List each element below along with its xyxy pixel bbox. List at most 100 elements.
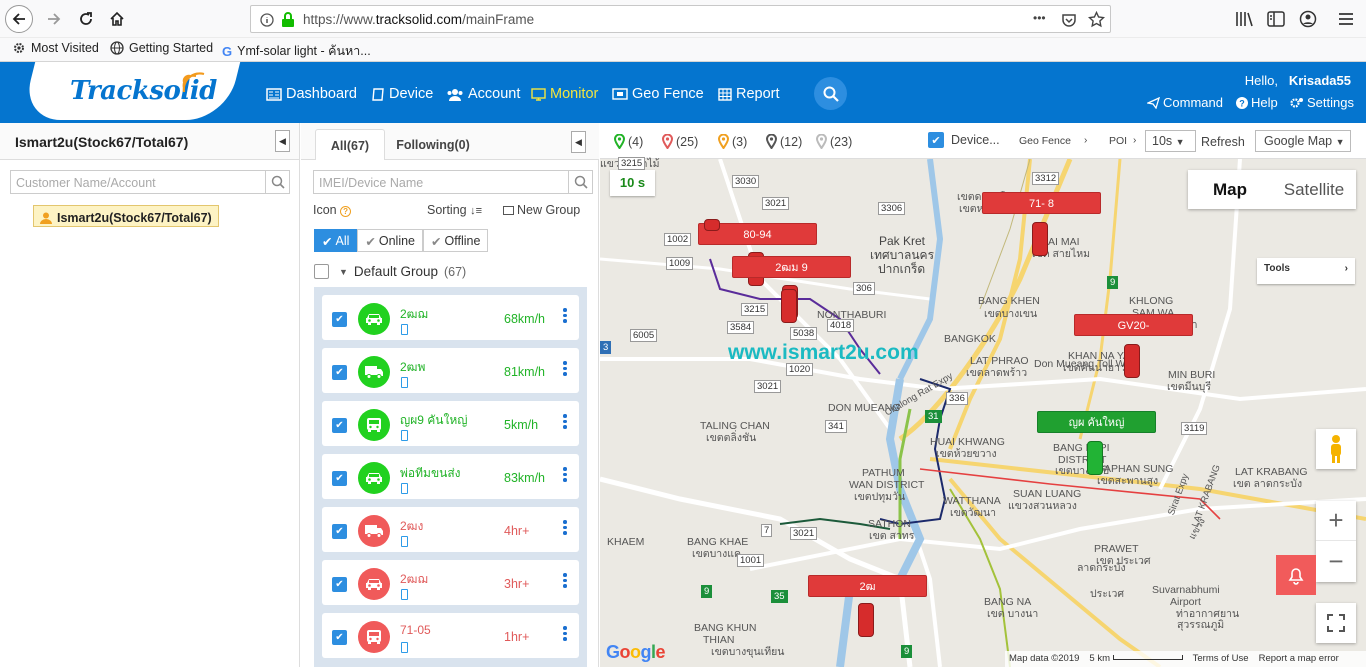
header-search-button[interactable] [814, 77, 847, 110]
vehicle-map-label[interactable]: ญผ คันใหญ่ [1037, 411, 1156, 433]
zoom-in-button[interactable]: + [1316, 501, 1356, 541]
alarm-button[interactable] [1276, 555, 1316, 595]
device-name[interactable]: พ่อทีมขนส่ง [400, 464, 461, 483]
bookmark-most-visited[interactable]: Most Visited [12, 41, 99, 55]
device-checkbox[interactable]: ✔ [332, 418, 347, 433]
map-provider-select[interactable]: Google Map ▼ [1255, 130, 1351, 152]
forward-button[interactable] [40, 5, 68, 33]
status-pin-filter[interactable]: (3) [718, 134, 747, 149]
vehicle-marker[interactable] [781, 289, 797, 323]
bookmark-getting-started[interactable]: Getting Started [110, 41, 213, 55]
map-type-map[interactable]: Map [1188, 170, 1272, 209]
device-card[interactable]: ✔ 2ฒพ 81km/h [322, 348, 579, 393]
status-pin-filter[interactable]: (4) [614, 134, 643, 149]
icon-option[interactable]: Icon ? [313, 203, 352, 217]
collapse-middle-button[interactable]: ◀ [571, 131, 586, 153]
kebab-menu-icon[interactable] [563, 308, 567, 323]
status-pin-filter[interactable]: (23) [816, 134, 852, 149]
refresh-label[interactable]: Refresh [1201, 135, 1245, 149]
device-search-button[interactable] [569, 170, 593, 194]
new-group-button[interactable]: New Group [503, 203, 580, 217]
customer-tree-node[interactable]: Ismart2u(Stock67/Total67) [33, 205, 219, 227]
group-checkbox[interactable] [314, 264, 329, 279]
device-checkbox[interactable]: ✔ [332, 577, 347, 592]
geofence-toggle[interactable]: Geo Fence [1019, 135, 1071, 147]
device-name[interactable]: 2ฒฌ [400, 570, 428, 589]
device-checkbox[interactable]: ✔ [332, 471, 347, 486]
google-logo[interactable]: Google [606, 642, 666, 663]
map-type-satellite[interactable]: Satellite [1272, 170, 1356, 209]
star-icon[interactable] [1088, 11, 1105, 28]
device-name[interactable]: 2ฒฌ [400, 305, 428, 324]
kebab-menu-icon[interactable] [563, 520, 567, 535]
interval-select[interactable]: 10s ▼ [1145, 130, 1196, 152]
user-name[interactable]: Krisada55 [1289, 73, 1351, 88]
map-canvas[interactable]: Pak Kret เทศบาลนคร ปากเกร็ด BANG KHEN เขตบาง… [600, 157, 1366, 667]
status-pin-filter[interactable]: (12) [766, 134, 802, 149]
vehicle-map-label[interactable]: 71- 8 [982, 192, 1101, 214]
vehicle-marker[interactable] [704, 219, 720, 231]
page-actions-icon[interactable]: ••• [1033, 11, 1046, 25]
account-icon[interactable] [1299, 10, 1317, 28]
kebab-menu-icon[interactable] [563, 626, 567, 641]
filter-offline[interactable]: ✔ Offline [423, 229, 489, 252]
vehicle-marker[interactable] [1087, 441, 1103, 475]
kebab-menu-icon[interactable] [563, 573, 567, 588]
menu-geo-fence[interactable]: Geo Fence [612, 86, 704, 102]
vehicle-marker[interactable] [1032, 222, 1048, 256]
device-checkbox[interactable]: ✔ [332, 365, 347, 380]
filter-online[interactable]: ✔ Online [357, 229, 424, 252]
device-search-input[interactable]: IMEI/Device Name [313, 170, 569, 194]
sidebar-icon[interactable] [1267, 11, 1285, 27]
device-name[interactable]: 2ฒง [400, 517, 423, 536]
device-card[interactable]: ✔ พ่อทีมขนส่ง 83km/h [322, 454, 579, 499]
tab-all[interactable]: All(67) [315, 129, 385, 160]
menu-device[interactable]: Device [371, 86, 433, 102]
report-error-link[interactable]: Report a map error [1259, 653, 1339, 665]
default-group-row[interactable]: ▼ Default Group (67) [314, 264, 466, 279]
kebab-menu-icon[interactable] [563, 414, 567, 429]
device-card[interactable]: ✔ 2ฒฌ 68km/h [322, 295, 579, 340]
home-button[interactable] [103, 5, 131, 33]
device-label-checkbox[interactable]: ✔ [928, 132, 944, 148]
fullscreen-button[interactable] [1316, 603, 1356, 643]
device-label-toggle[interactable]: Device... [951, 133, 1000, 147]
library-icon[interactable] [1235, 11, 1253, 27]
poi-toggle[interactable]: POI [1109, 135, 1127, 147]
back-button[interactable] [5, 5, 33, 33]
vehicle-marker[interactable] [858, 603, 874, 637]
device-card[interactable]: ✔ 71-05 1hr+ [322, 613, 579, 658]
device-name[interactable]: 71-05 [400, 623, 431, 637]
device-checkbox[interactable]: ✔ [332, 524, 347, 539]
zoom-out-button[interactable]: − [1316, 541, 1356, 581]
device-card[interactable]: ✔ ญผ9 คันใหญ่ 5km/h [322, 401, 579, 446]
bookmark-google-search[interactable]: G Ymf-solar light - ค้นหา... [222, 41, 371, 61]
device-name[interactable]: 2ฒพ [400, 358, 425, 377]
device-card[interactable]: ✔ 2ฒง 4hr+ [322, 507, 579, 552]
pocket-icon[interactable] [1061, 12, 1077, 28]
street-view-pegman[interactable] [1316, 429, 1356, 469]
vehicle-map-label[interactable]: GV20- [1074, 314, 1193, 336]
hamburger-icon[interactable] [1338, 12, 1354, 26]
menu-report[interactable]: Report [718, 86, 780, 102]
device-name[interactable]: ญผ9 คันใหญ่ [400, 411, 468, 430]
sorting-button[interactable]: Sorting ↓≡ [427, 203, 482, 217]
terms-link[interactable]: Terms of Use [1193, 653, 1249, 665]
menu-account[interactable]: Account [446, 86, 520, 102]
kebab-menu-icon[interactable] [563, 361, 567, 376]
vehicle-map-label[interactable]: 2ฒ [808, 575, 927, 597]
collapse-left-button[interactable]: ◀ [275, 130, 290, 152]
filter-all[interactable]: ✔ All [314, 229, 358, 252]
device-checkbox[interactable]: ✔ [332, 312, 347, 327]
command-link[interactable]: Command [1147, 95, 1223, 110]
device-checkbox[interactable]: ✔ [332, 630, 347, 645]
vehicle-marker[interactable] [1124, 344, 1140, 378]
settings-link[interactable]: Settings [1290, 95, 1354, 110]
status-pin-filter[interactable]: (25) [662, 134, 698, 149]
menu-monitor[interactable]: Monitor [531, 86, 598, 102]
customer-search-button[interactable] [266, 170, 290, 194]
kebab-menu-icon[interactable] [563, 467, 567, 482]
help-link[interactable]: ? Help [1236, 95, 1278, 110]
menu-dashboard[interactable]: Dashboard [266, 86, 357, 102]
reload-button[interactable] [72, 5, 100, 33]
